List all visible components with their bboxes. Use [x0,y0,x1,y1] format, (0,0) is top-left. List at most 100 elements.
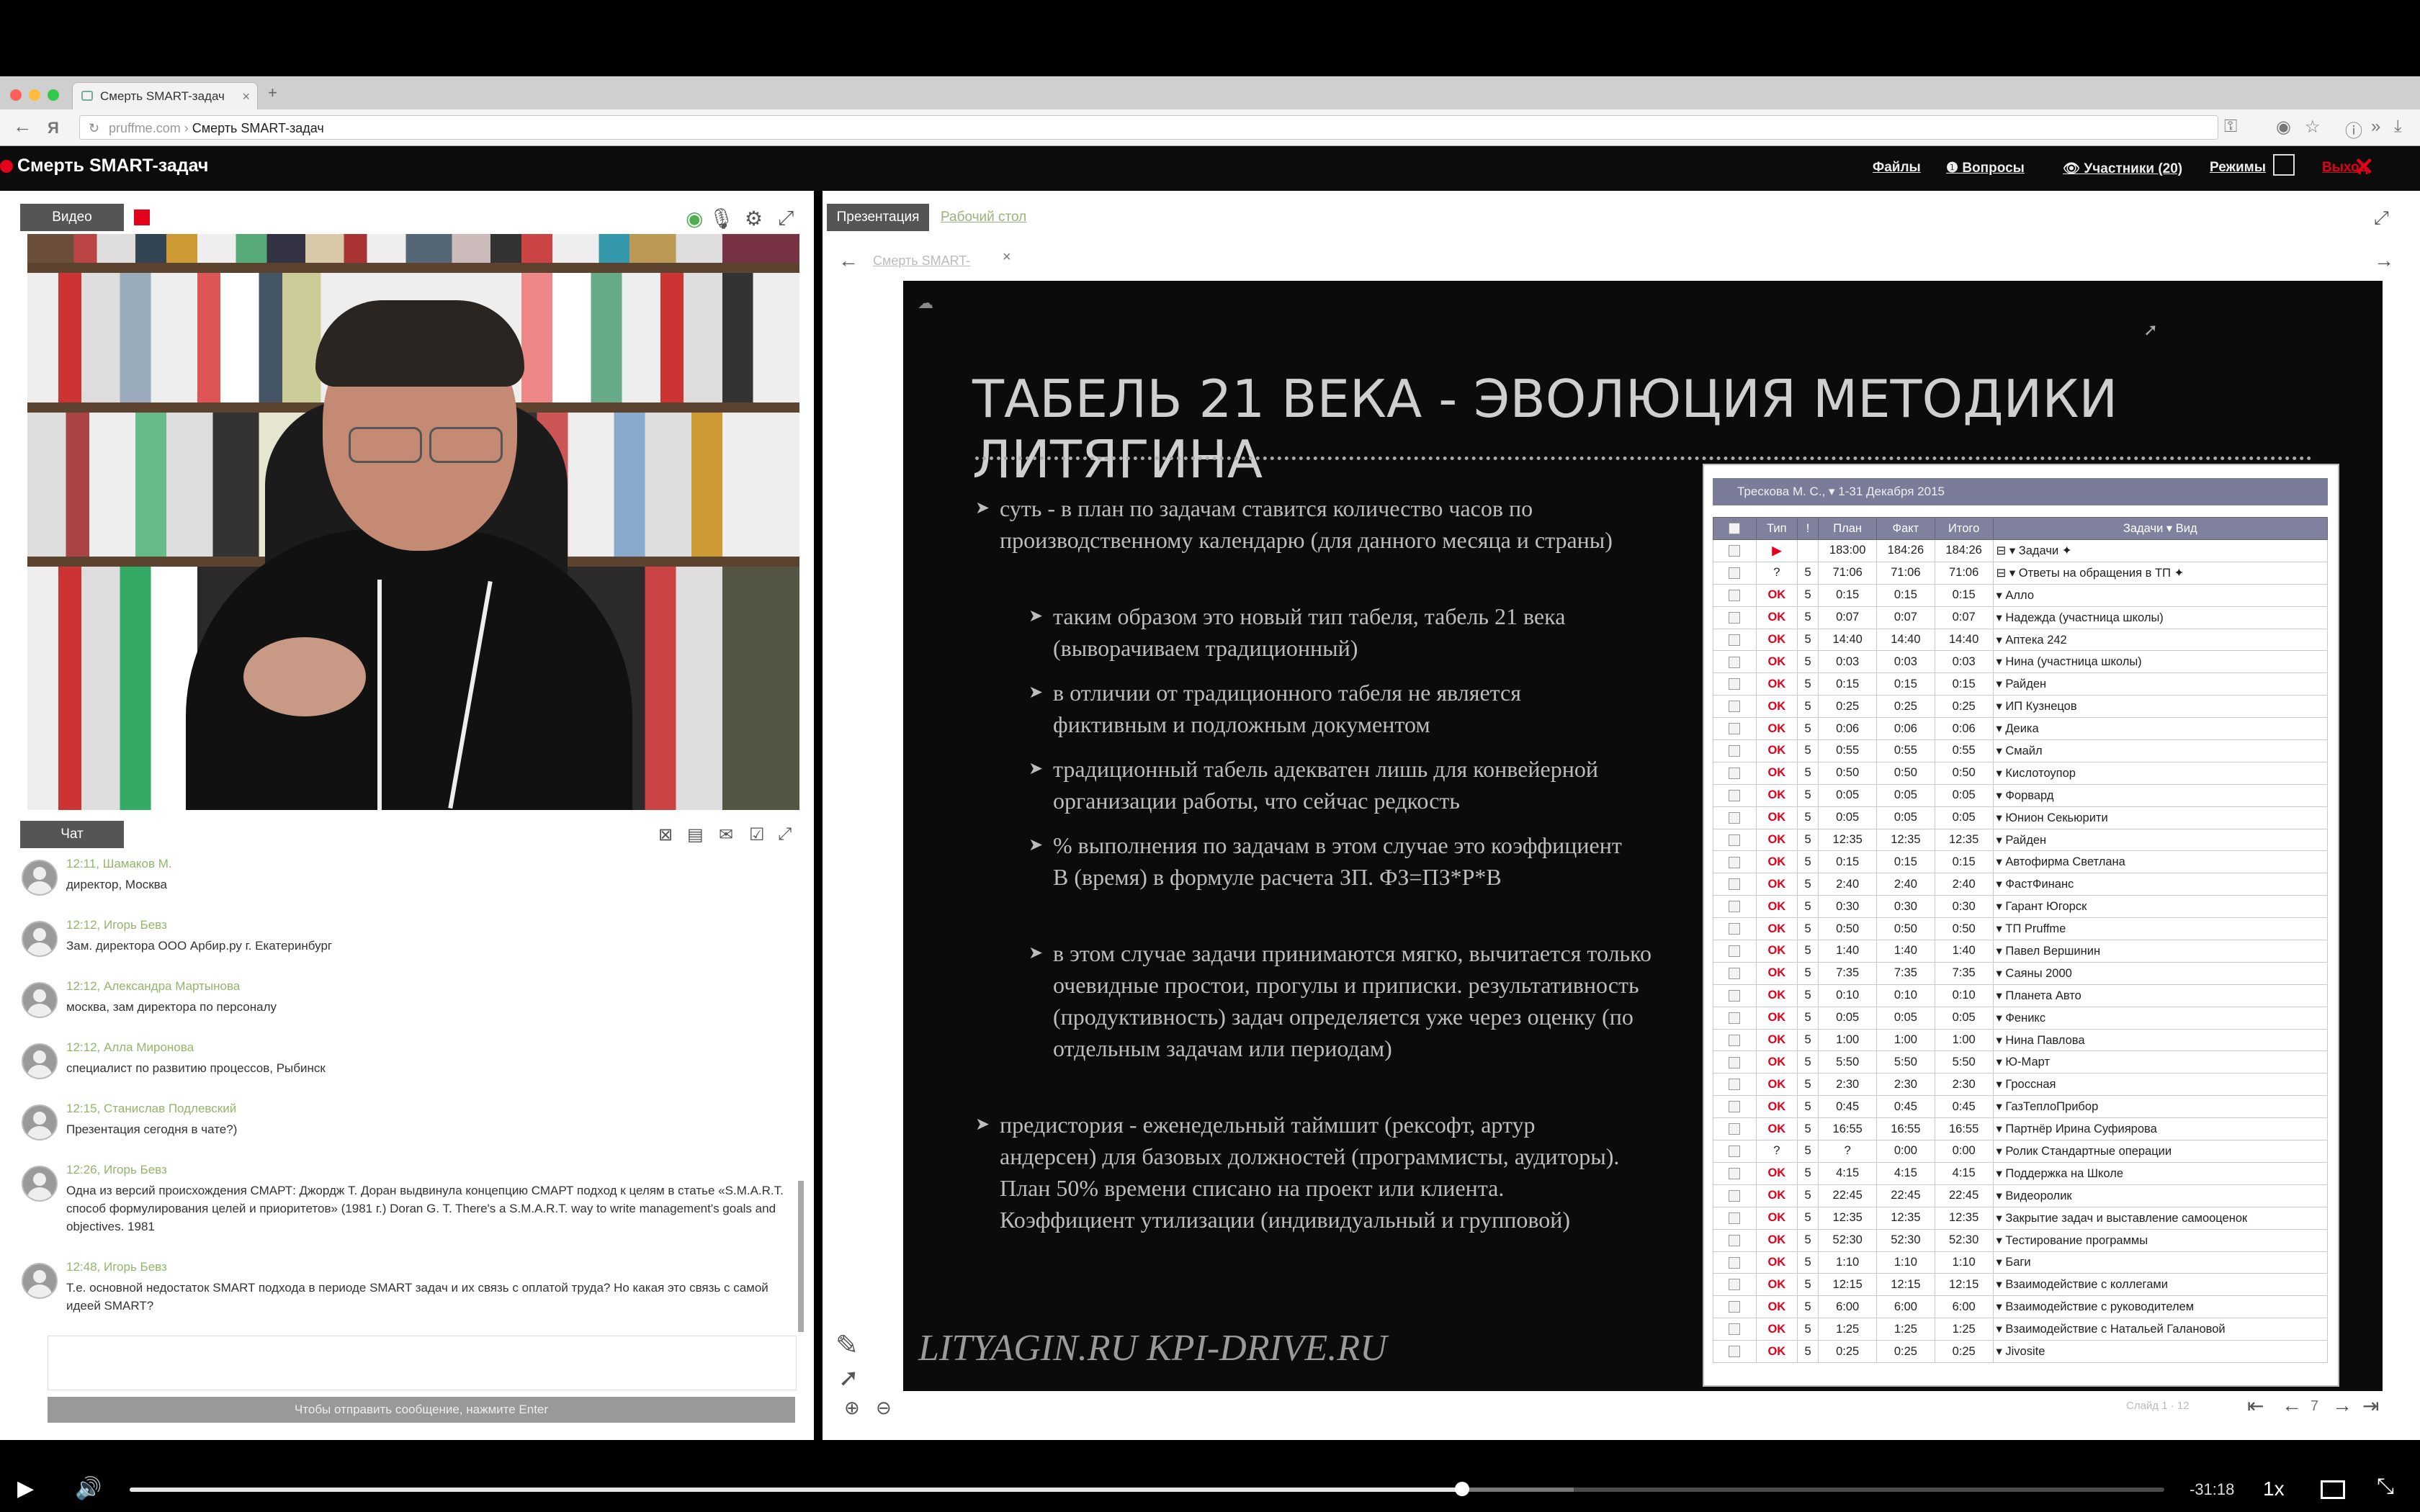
row-task-name[interactable]: ⊟ ▾ Ответы на обращения в ТП ✦ [1992,561,2328,585]
table-row[interactable]: OK 5 22:45 22:45 22:45 ▾ Видеоролик [1713,1184,2328,1207]
row-checkbox-cell[interactable] [1713,628,1757,652]
row-checkbox-cell[interactable] [1713,1073,1757,1097]
files-link[interactable]: Файлы [1873,160,1921,176]
play-icon[interactable]: ▶ [17,1476,34,1501]
window-close-button[interactable] [10,89,22,101]
yandex-icon[interactable]: Я [48,119,59,138]
row-checkbox-cell[interactable] [1713,695,1757,719]
chat-author[interactable]: Шамаков М. [103,857,172,870]
progress-knob[interactable] [1455,1482,1469,1496]
zoom-out-icon[interactable]: ⊖ [876,1397,892,1419]
row-checkbox[interactable] [1729,901,1741,913]
row-checkbox[interactable] [1729,1256,1741,1269]
row-task-name[interactable]: ▾ Jivosite [1992,1340,2328,1363]
row-checkbox[interactable] [1729,1212,1741,1224]
chat-input[interactable] [48,1336,797,1390]
window-zoom-button[interactable] [48,89,59,101]
row-checkbox[interactable] [1729,767,1741,779]
row-task-name[interactable]: ▾ ГазТеплоПрибор [1992,1095,2328,1119]
table-row[interactable]: OK 5 0:05 0:05 0:05 ▾ Форвард [1713,783,2328,807]
layout-icon[interactable] [2273,154,2295,176]
row-checkbox[interactable] [1729,878,1741,891]
table-row[interactable]: OK 5 1:40 1:40 1:40 ▾ Павел Вершинин [1713,940,2328,963]
row-checkbox-cell[interactable] [1713,1117,1757,1141]
browser-tab[interactable]: Смерть SMART-задач × [72,82,258,109]
row-task-name[interactable]: ▾ Кислотоупор [1992,761,2328,785]
row-task-name[interactable]: ▾ Райден [1992,672,2328,696]
row-checkbox[interactable] [1729,1101,1741,1113]
row-task-name[interactable]: ▾ Нина Павлова [1992,1028,2328,1052]
table-row[interactable]: OK 5 7:35 7:35 7:35 ▾ Саяны 2000 [1713,961,2328,985]
row-task-name[interactable]: ▾ Тестирование программы [1992,1228,2328,1252]
table-row[interactable]: OK 5 0:30 0:30 0:30 ▾ Гарант Югорск [1713,895,2328,919]
row-checkbox[interactable] [1729,567,1741,579]
row-checkbox[interactable] [1729,589,1741,601]
info-icon[interactable]: ⓘ [2345,117,2362,142]
table-row[interactable]: OK 5 2:30 2:30 2:30 ▾ Гроссная [1713,1073,2328,1097]
table-row[interactable]: OK 5 1:25 1:25 1:25 ▾ Взаимодействие с Наталь… [1713,1318,2328,1341]
row-task-name[interactable]: ▾ Баги [1992,1251,2328,1274]
row-task-name[interactable]: ▾ Взаимодействие с руководителем [1992,1295,2328,1319]
table-row[interactable]: OK 5 52:30 52:30 52:30 ▾ Тестирование програм… [1713,1228,2328,1252]
doc-tab-close-icon[interactable]: × [1003,249,1011,266]
first-slide-icon[interactable]: ⇤ [2247,1394,2264,1418]
select-all-checkbox[interactable] [1729,523,1741,535]
row-task-name[interactable]: ▾ Нина (участница школы) [1992,650,2328,674]
row-checkbox[interactable] [1729,1279,1741,1291]
chat-author[interactable]: Алла Миронова [104,1040,194,1054]
chat-author[interactable]: Станислав Подлевский [104,1102,236,1115]
participants-link[interactable]: 👁 Участники (20) [2063,160,2182,177]
zoom-in-icon[interactable]: ⊕ [844,1397,860,1419]
row-task-name[interactable]: ▾ Деика [1992,717,2328,741]
reload-icon[interactable]: ↻ [89,116,99,140]
table-row[interactable]: OK 5 1:10 1:10 1:10 ▾ Баги [1713,1251,2328,1274]
clear-chat-icon[interactable]: ⊠ [658,824,673,845]
row-task-name[interactable]: ▾ Видеоролик [1992,1184,2328,1207]
row-task-name[interactable]: ▾ Надежда (участница школы) [1992,606,2328,629]
table-row[interactable]: OK 5 0:25 0:25 0:25 ▾ ИП Кузнецов [1713,695,2328,719]
page-number[interactable]: 7 [2311,1398,2318,1415]
next-slide-icon[interactable]: → [2332,1394,2352,1417]
row-checkbox-cell[interactable] [1713,1028,1757,1052]
row-task-name[interactable]: ▾ Поддержка на Школе [1992,1161,2328,1185]
row-checkbox-cell[interactable] [1713,1050,1757,1074]
row-task-name[interactable]: ▾ ТП Pruffme [1992,917,2328,941]
row-task-name[interactable]: ▾ Алло [1992,583,2328,607]
bookmark-star-icon[interactable]: ☆ [2305,117,2321,138]
row-checkbox-cell[interactable] [1713,1095,1757,1119]
row-task-name[interactable]: ▾ Гарант Югорск [1992,895,2328,919]
row-checkbox-cell[interactable] [1713,1228,1757,1252]
lock-icon[interactable]: ⚿ [2224,117,2237,137]
row-checkbox[interactable] [1729,745,1741,757]
row-checkbox[interactable] [1729,856,1741,868]
tab-video[interactable]: Видео [20,204,124,231]
table-row[interactable]: OK 5 12:35 12:35 12:35 ▾ Райден [1713,828,2328,852]
row-checkbox-cell[interactable] [1713,895,1757,919]
row-checkbox-cell[interactable] [1713,539,1757,562]
row-task-name[interactable]: ▾ Смайл [1992,739,2328,762]
row-checkbox[interactable] [1729,1189,1741,1202]
table-header-cell[interactable]: Итого [1934,517,1994,540]
row-checkbox-cell[interactable] [1713,917,1757,941]
table-row[interactable]: OK 5 0:25 0:25 0:25 ▾ Jivosite [1713,1340,2328,1363]
row-checkbox-cell[interactable] [1713,940,1757,963]
row-checkbox-cell[interactable] [1713,1206,1757,1230]
record-icon[interactable] [134,210,150,225]
chat-author[interactable]: Игорь Бевз [104,1260,167,1274]
check-icon[interactable]: ☑ [749,824,765,845]
row-checkbox[interactable] [1729,1012,1741,1024]
table-row[interactable]: OK 5 4:15 4:15 4:15 ▾ Поддержка на Школе [1713,1161,2328,1185]
prev-slide-icon[interactable]: ← [2282,1394,2302,1417]
row-checkbox[interactable] [1729,1146,1741,1158]
row-task-name[interactable]: ▾ Автофирма Светлана [1992,850,2328,874]
table-row[interactable]: OK 5 0:45 0:45 0:45 ▾ ГазТеплоПрибор [1713,1095,2328,1119]
row-checkbox[interactable] [1729,923,1741,935]
row-task-name[interactable]: ▾ ИП Кузнецов [1992,695,2328,719]
next-doc-arrow-icon[interactable]: → [2374,249,2394,272]
table-row[interactable]: OK 5 0:03 0:03 0:03 ▾ Нина (участница школы) [1713,650,2328,674]
chat-author[interactable]: Александра Мартынова [104,979,240,993]
table-header-cell[interactable]: Факт [1876,517,1935,540]
row-task-name[interactable]: ▾ Форвард [1992,783,2328,807]
tab-presentation[interactable]: Презентация [827,204,929,231]
row-checkbox-cell[interactable] [1713,1140,1757,1163]
